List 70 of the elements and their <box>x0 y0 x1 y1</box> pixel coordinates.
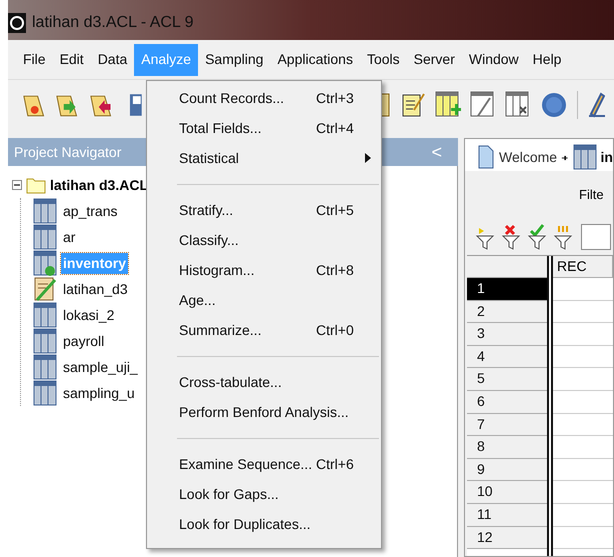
row-header[interactable]: 9 <box>467 458 548 482</box>
menu-item[interactable]: Sampling <box>198 44 270 76</box>
menu-item[interactable]: Count Records... Ctrl+3 <box>147 83 381 113</box>
table-icon <box>33 224 57 250</box>
filter-formula-icon[interactable] <box>553 224 573 250</box>
panel-title: Project Navigator <box>14 142 122 162</box>
page-icon <box>477 144 495 170</box>
submenu-arrow-icon <box>365 153 371 163</box>
menu-item[interactable]: Examine Sequence... Ctrl+6 <box>147 449 381 479</box>
menu-item[interactable]: Edit <box>52 44 91 76</box>
row-header[interactable]: 5 <box>467 368 548 391</box>
table-icon <box>33 250 57 276</box>
row-header[interactable]: 7 <box>467 414 548 436</box>
row-header[interactable]: 6 <box>467 390 548 414</box>
menu-item[interactable]: Applications <box>270 44 360 76</box>
column-header[interactable]: REC <box>553 256 613 277</box>
script-icon <box>33 276 57 302</box>
row-header[interactable]: 3 <box>467 323 548 346</box>
table-icon <box>33 380 57 406</box>
tree-item[interactable]: ar <box>61 226 78 248</box>
filter-cross-icon[interactable] <box>501 224 521 250</box>
row-header[interactable]: 1 <box>467 278 548 301</box>
filter-label: Filte <box>579 186 604 204</box>
menu-item[interactable]: Server <box>406 44 462 76</box>
app-icon <box>8 13 26 33</box>
row-header[interactable]: 11 <box>467 504 548 527</box>
font-icon[interactable] <box>540 90 568 120</box>
menu-item[interactable]: Summarize... Ctrl+0 <box>147 315 381 345</box>
table-icon <box>572 144 597 170</box>
filter-check-icon[interactable] <box>527 224 547 250</box>
table-icon <box>33 302 57 328</box>
menu-item[interactable]: Look for Duplicates... <box>147 509 381 539</box>
menu-item[interactable]: Perform Benford Analysis... <box>147 397 381 427</box>
row-header[interactable]: 10 <box>467 481 548 504</box>
menu-item[interactable]: File <box>16 44 53 76</box>
tree-item[interactable]: latihan d3.ACL <box>50 174 148 196</box>
menu-item[interactable]: Help <box>526 44 568 76</box>
window-title: latihan d3.ACL - ACL 9 <box>32 13 194 33</box>
folder-icon <box>26 176 46 194</box>
menu-item[interactable]: Classify... <box>147 225 381 255</box>
menu-item[interactable]: Stratify... Ctrl+5 <box>147 195 381 225</box>
collapse-icon[interactable] <box>12 180 22 190</box>
menu-item[interactable]: Tools <box>360 44 407 76</box>
row-header[interactable]: 4 <box>467 346 548 368</box>
filter-field[interactable] <box>581 224 611 250</box>
menu-item[interactable]: Age... <box>147 285 381 315</box>
menu-item[interactable]: Look for Gaps... <box>147 479 381 509</box>
menu-item[interactable]: Histogram... Ctrl+8 <box>147 255 381 285</box>
tree-item[interactable]: ap_trans <box>61 200 120 222</box>
table-icon <box>33 328 57 354</box>
row-header[interactable]: 12 <box>467 526 548 550</box>
menu-item[interactable]: Cross-tabulate... <box>147 367 381 397</box>
tree-item[interactable]: sampling_u <box>61 382 137 404</box>
tab[interactable]: in <box>568 143 613 171</box>
menu-item[interactable]: Window <box>462 44 526 76</box>
row-header[interactable]: 8 <box>467 436 548 459</box>
menu-item[interactable]: Statistical <box>147 143 381 173</box>
table-cell <box>553 414 613 436</box>
table-icon <box>33 354 57 380</box>
row-header[interactable]: 2 <box>467 300 548 324</box>
table-icon <box>33 198 57 224</box>
tree-item[interactable]: sample_uji_ <box>61 356 140 378</box>
tree-item[interactable]: lokasi_2 <box>61 304 116 326</box>
tab[interactable]: Welcome <box>473 143 562 171</box>
menu-item[interactable]: Data <box>90 44 134 76</box>
menu-item[interactable]: Total Fields... Ctrl+4 <box>147 113 381 143</box>
pen-icon[interactable] <box>586 90 605 120</box>
tree-item[interactable]: latihan_d3 <box>61 278 130 300</box>
tree-item[interactable]: payroll <box>61 330 106 352</box>
table-cell <box>553 300 613 324</box>
